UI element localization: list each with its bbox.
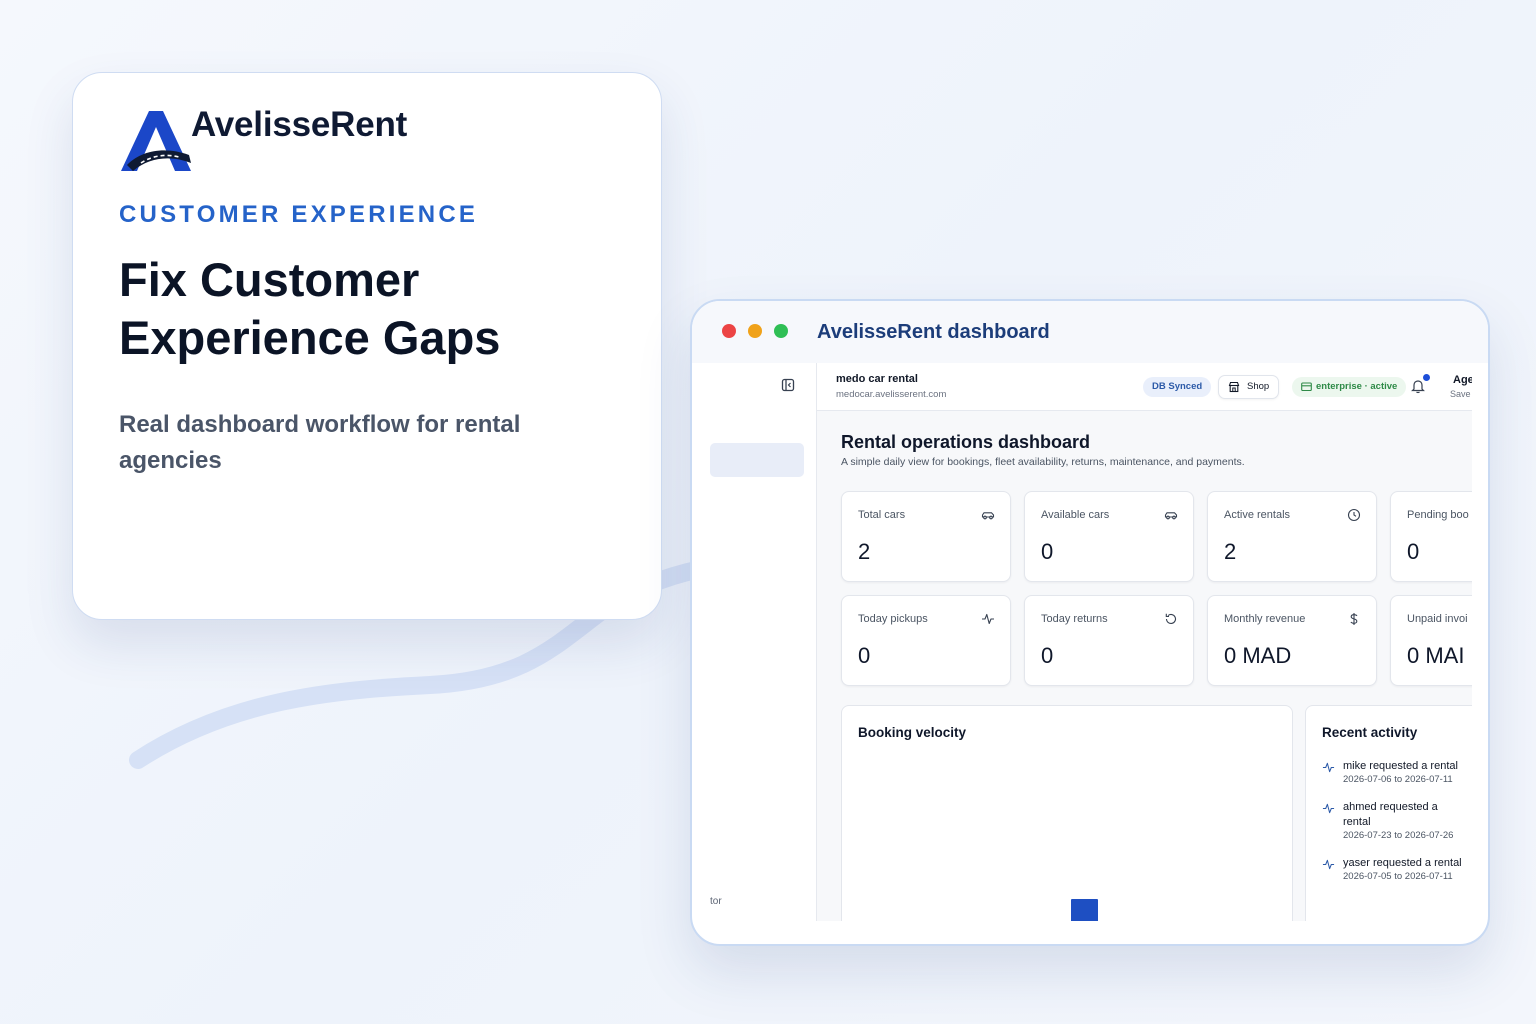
stat-value: 0 (1407, 539, 1420, 564)
notification-dot (1423, 374, 1430, 381)
subheadline: Real dashboard workflow for rental agenc… (119, 411, 521, 474)
stat-value: 0 (1041, 539, 1054, 564)
activity-icon (982, 613, 994, 625)
window-title: AvelisseRent dashboard (817, 321, 1050, 343)
window-titlebar: AvelisseRent dashboard (692, 301, 1488, 363)
stat-value: 0 MAD (1224, 643, 1292, 668)
avelisserent-logo-icon (121, 111, 191, 171)
stat-card-unpaid-invoices[interactable]: Unpaid invoi 0 MAI (1390, 595, 1472, 686)
db-status-badge: DB Synced (1143, 377, 1212, 397)
sidebar-footer-text: tor (710, 896, 722, 907)
plan-status-label: enterprise · active (1316, 381, 1398, 392)
store-icon (1228, 381, 1240, 393)
activity-icon (1322, 859, 1335, 870)
eyebrow-label: CUSTOMER EXPERIENCE (119, 201, 479, 228)
activity-text: yaser requested a rental (1343, 857, 1462, 869)
rotate-icon (1165, 613, 1177, 624)
stat-value: 2 (1224, 539, 1237, 564)
dashboard-main: Rental operations dashboard A simple dai… (817, 411, 1472, 921)
plan-status-badge: enterprise · active (1292, 377, 1407, 397)
stat-label: Available cars (1041, 509, 1110, 521)
activity-dates: 2026-07-23 to 2026-07-26 (1343, 830, 1454, 841)
car-icon (981, 512, 995, 520)
hero-card: AvelisseRent CUSTOMER EXPERIENCE Fix Cus… (72, 72, 662, 620)
activity-dates: 2026-07-05 to 2026-07-11 (1343, 871, 1453, 882)
stat-card-today-pickups[interactable]: Today pickups 0 (841, 595, 1011, 686)
stat-card-active-rentals[interactable]: Active rentals 2 (1207, 491, 1377, 582)
booking-velocity-title: Booking velocity (858, 725, 967, 740)
booking-velocity-bar (1071, 899, 1098, 921)
stat-value: 2 (858, 539, 871, 564)
stat-label: Active rentals (1224, 509, 1291, 521)
stat-value: 0 MAI (1407, 643, 1465, 668)
stat-card-pending-bookings[interactable]: Pending boo 0 (1390, 491, 1472, 582)
activity-icon (1322, 762, 1335, 773)
stat-card-available-cars[interactable]: Available cars 0 (1024, 491, 1194, 582)
tenant-name: medo car rental (836, 373, 918, 385)
recent-activity-panel: Recent activity mike requested a rental … (1305, 705, 1472, 921)
stat-label: Total cars (858, 509, 906, 521)
stat-card-monthly-revenue[interactable]: Monthly revenue 0 MAD (1207, 595, 1377, 686)
window-minimize-button[interactable] (748, 324, 762, 338)
stat-value: 0 (1041, 643, 1054, 668)
window-close-button[interactable] (722, 324, 736, 338)
stat-label: Unpaid invoi (1407, 613, 1468, 625)
stat-label: Today pickups (858, 613, 928, 625)
stat-label: Monthly revenue (1224, 613, 1306, 625)
stat-card-today-returns[interactable]: Today returns 0 (1024, 595, 1194, 686)
stat-card-total-cars[interactable]: Total cars 2 (841, 491, 1011, 582)
window-maximize-button[interactable] (774, 324, 788, 338)
user-subtitle: Save (1450, 389, 1471, 399)
activity-dates: 2026-07-06 to 2026-07-11 (1343, 774, 1453, 785)
app-viewport: tor medo car rental medocar.avelisserent… (710, 363, 1472, 921)
activity-text: mike requested a rental (1343, 760, 1458, 772)
headline: Fix Customer Experience Gaps (119, 253, 501, 364)
clock-icon (1347, 508, 1361, 522)
dollar-icon (1350, 613, 1358, 625)
credit-card-icon (1301, 382, 1312, 392)
sidebar: tor (710, 363, 817, 921)
sidebar-toggle-icon[interactable] (781, 378, 795, 392)
sidebar-item-active[interactable] (710, 443, 804, 477)
recent-activity-title: Recent activity (1322, 725, 1418, 740)
stat-label: Today returns (1041, 613, 1108, 625)
notification-bell-icon[interactable] (1411, 378, 1425, 394)
shop-button-label: Shop (1247, 381, 1270, 392)
shop-button[interactable]: Shop (1218, 375, 1280, 399)
dashboard-window: AvelisseRent dashboard tor medo car rent… (690, 299, 1490, 946)
page-description: A simple daily view for bookings, fleet … (841, 456, 1245, 468)
user-name[interactable]: Age (1453, 374, 1472, 386)
page-title: Rental operations dashboard (841, 432, 1091, 452)
stat-value: 0 (858, 643, 871, 668)
activity-icon (1322, 803, 1335, 814)
car-icon (1164, 512, 1178, 520)
topbar: medo car rental medocar.avelisserent.com… (817, 363, 1472, 411)
brand-name: AvelisseRent (191, 105, 408, 144)
activity-text: ahmed requested a rental (1343, 801, 1438, 828)
tenant-domain: medocar.avelisserent.com (836, 389, 947, 400)
stat-label: Pending boo (1407, 509, 1469, 521)
booking-velocity-panel: Booking velocity (841, 705, 1293, 921)
